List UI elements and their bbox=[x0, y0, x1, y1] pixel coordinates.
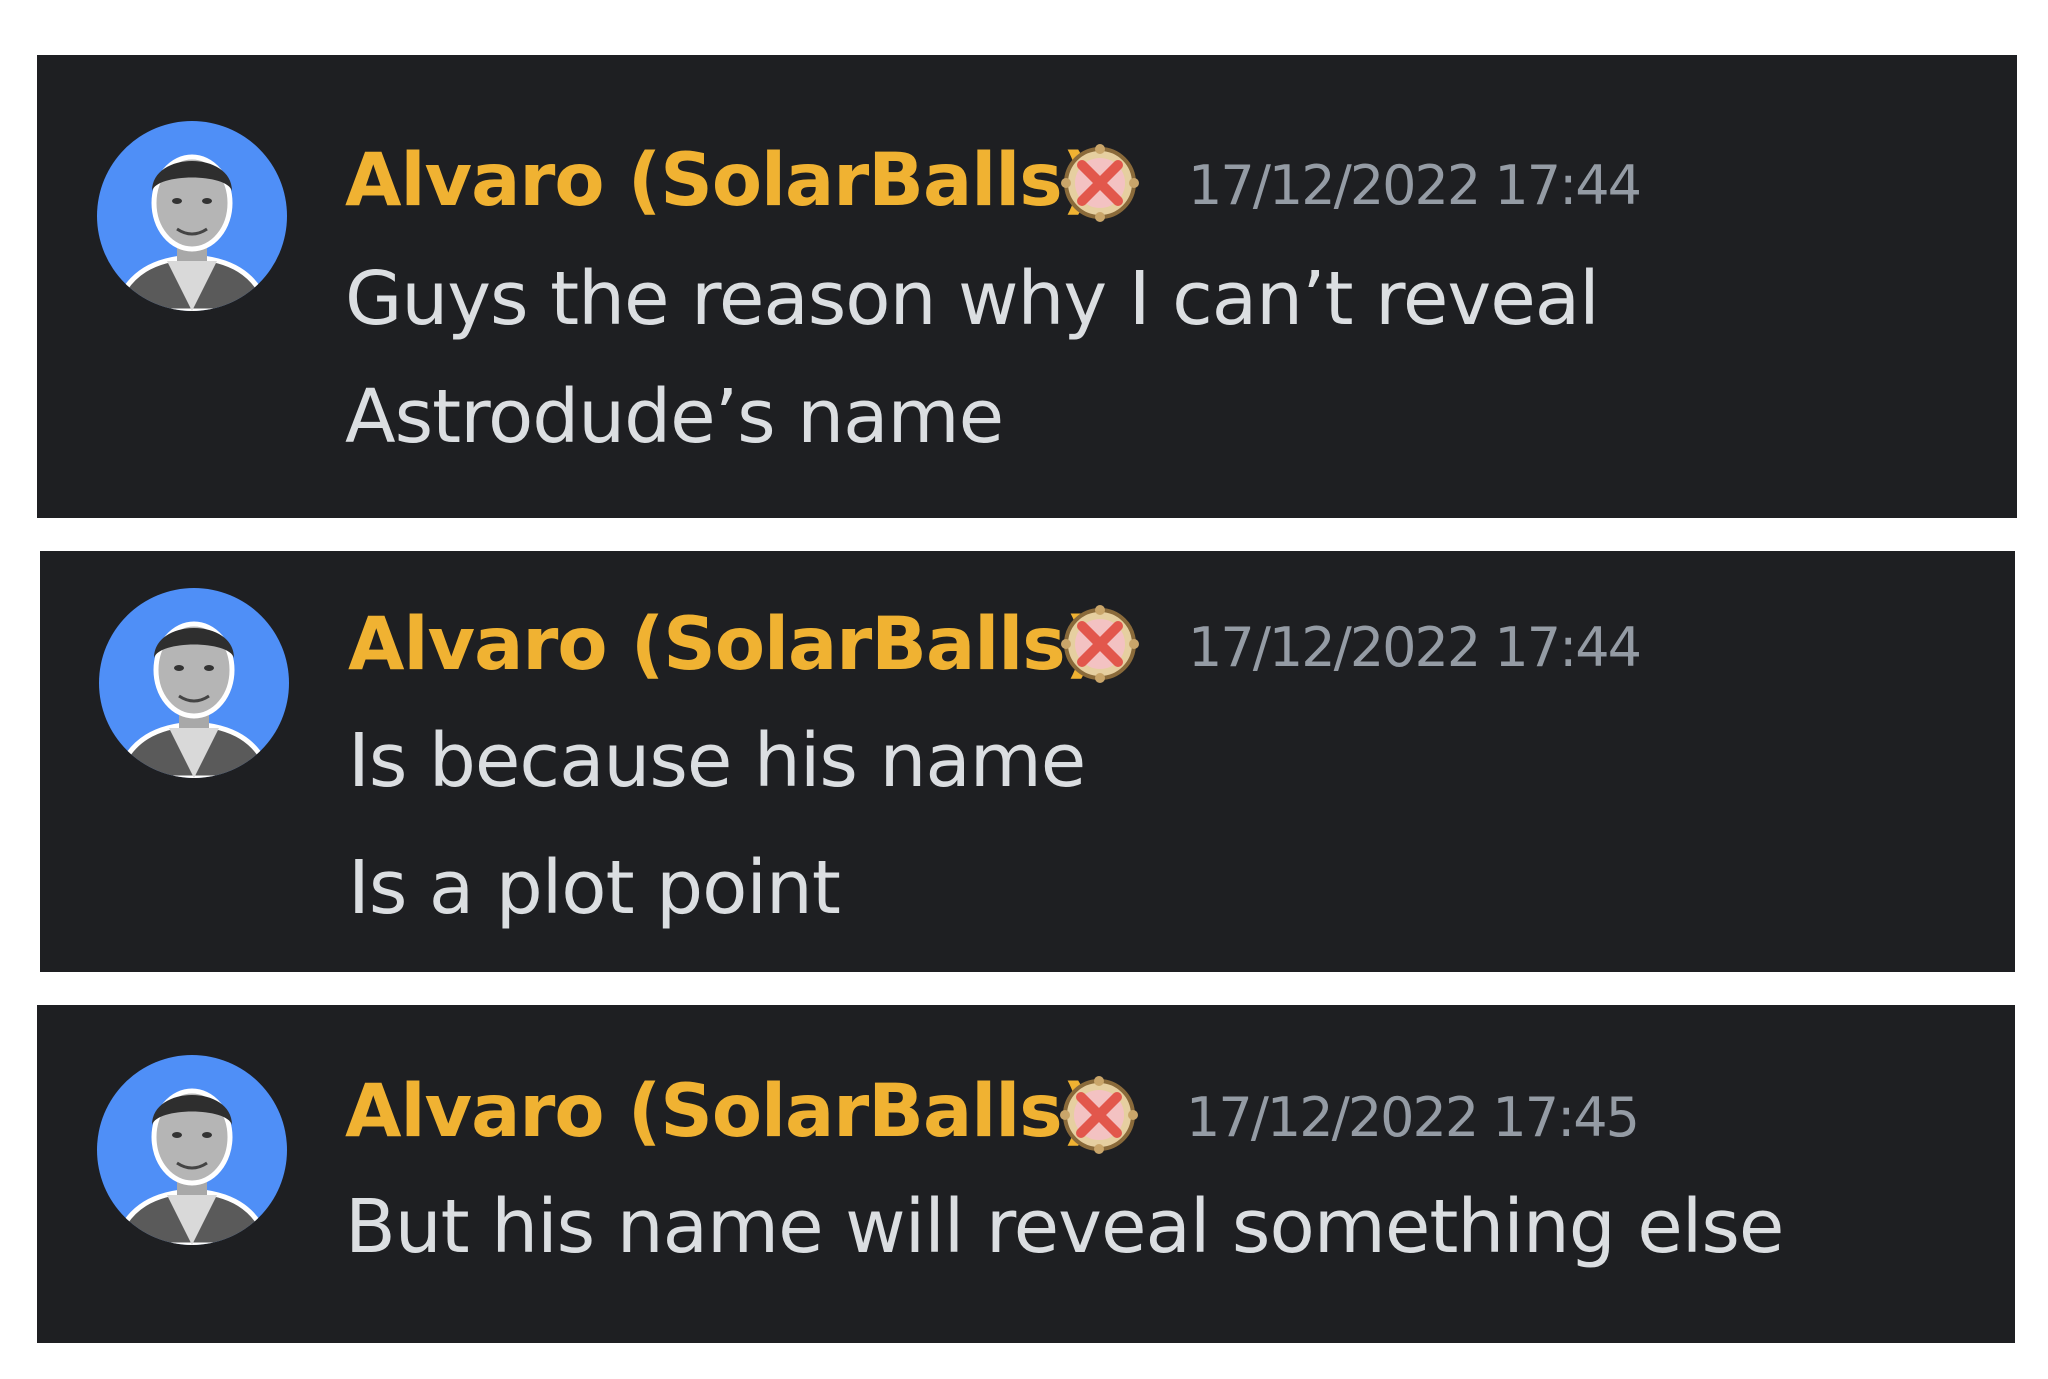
message-card: Alvaro (SolarBalls) 17/12/2022 17:45 But… bbox=[37, 1005, 2015, 1343]
timestamp: 17/12/2022 17:44 bbox=[1188, 616, 1642, 679]
avatar[interactable] bbox=[97, 121, 287, 311]
message-text: Guys the reason why I can’t reveal bbox=[345, 256, 1600, 342]
timestamp: 17/12/2022 17:45 bbox=[1186, 1086, 1640, 1149]
message-text: But his name will reveal something else bbox=[345, 1184, 1784, 1270]
crossed-swords-badge-icon[interactable] bbox=[1060, 604, 1140, 684]
author-name[interactable]: Alvaro (SolarBalls) bbox=[345, 144, 1095, 217]
author-name[interactable]: Alvaro (SolarBalls) bbox=[348, 608, 1098, 681]
message-text: Is a plot point bbox=[348, 845, 841, 931]
crossed-swords-badge-icon[interactable] bbox=[1059, 1075, 1139, 1155]
crossed-swords-badge-icon[interactable] bbox=[1060, 143, 1140, 223]
message-text: Is because his name bbox=[348, 718, 1086, 804]
avatar[interactable] bbox=[99, 588, 289, 778]
timestamp: 17/12/2022 17:44 bbox=[1188, 154, 1642, 217]
avatar[interactable] bbox=[97, 1055, 287, 1245]
message-card: Alvaro (SolarBalls) 17/12/2022 17:44 Guy… bbox=[37, 55, 2017, 518]
message-card: Alvaro (SolarBalls) 17/12/2022 17:44 Is … bbox=[40, 551, 2015, 972]
message-text: Astrodude’s name bbox=[345, 374, 1004, 460]
author-name[interactable]: Alvaro (SolarBalls) bbox=[345, 1075, 1095, 1148]
